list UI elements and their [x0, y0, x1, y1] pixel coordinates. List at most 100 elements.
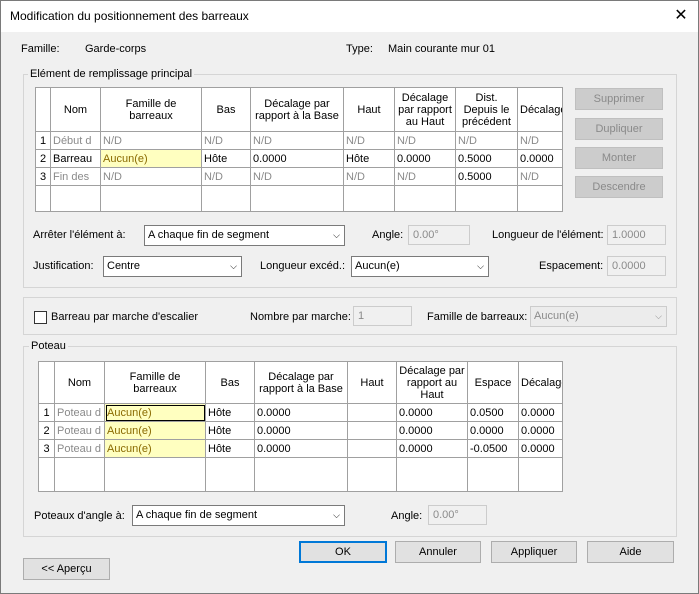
table-cell[interactable]: N/D: [517, 131, 563, 150]
move-up-button[interactable]: Monter: [575, 147, 663, 169]
table-cell[interactable]: Fin des: [50, 167, 101, 186]
column-header: Haut: [343, 87, 395, 132]
table-row[interactable]: 3 Poteau d Aucun(e) Hôte 0.0000 0.0000 -…: [38, 439, 563, 458]
posts-title: Poteau: [29, 340, 68, 352]
move-down-button[interactable]: Descendre: [575, 176, 663, 198]
table-row-empty: [35, 185, 563, 212]
justification-select[interactable]: Centre ⌵: [103, 256, 242, 277]
duplicate-button[interactable]: Dupliquer: [575, 118, 663, 140]
table-cell[interactable]: 0.0500: [467, 403, 519, 422]
table-cell[interactable]: Poteau d: [54, 403, 105, 422]
table-cell[interactable]: Hôte: [343, 149, 395, 168]
chevron-down-icon: ⌵: [333, 510, 340, 520]
table-cell[interactable]: Hôte: [205, 403, 255, 422]
table-cell[interactable]: N/D: [455, 131, 518, 150]
ok-button[interactable]: OK: [299, 541, 387, 563]
table-cell[interactable]: N/D: [394, 131, 456, 150]
table-cell[interactable]: Début d: [50, 131, 101, 150]
element-length-input[interactable]: 1.0000: [607, 225, 666, 245]
table-cell[interactable]: N/D: [343, 167, 395, 186]
spacing-input[interactable]: 0.0000: [607, 256, 666, 276]
column-header: Espace: [467, 361, 519, 404]
table-row[interactable]: 2 Barreau Aucun(e) Hôte 0.0000 Hôte 0.00…: [35, 149, 563, 168]
help-button[interactable]: Aide: [587, 541, 674, 563]
excess-length-select[interactable]: Aucun(e) ⌵: [351, 256, 489, 277]
table-cell[interactable]: Hôte: [205, 421, 255, 440]
table-cell[interactable]: 0.0000: [518, 439, 563, 458]
table-row[interactable]: 2 Poteau d Aucun(e) Hôte 0.0000 0.0000 0…: [38, 421, 563, 440]
table-cell[interactable]: 0.0000: [254, 439, 348, 458]
column-header: Décalage par rapport à la Base: [254, 361, 348, 404]
table-row[interactable]: 1 Début d N/D N/D N/D N/D N/D N/D N/D: [35, 131, 563, 150]
table-cell[interactable]: 0.0000: [396, 439, 468, 458]
table-cell[interactable]: [347, 403, 397, 422]
table-cell[interactable]: Poteau d: [54, 421, 105, 440]
preview-button[interactable]: << Aperçu: [23, 558, 110, 580]
column-header: Décalage: [518, 361, 563, 404]
chevron-down-icon: ⌵: [477, 261, 484, 271]
table-cell[interactable]: 0.5000: [455, 167, 518, 186]
table-cell[interactable]: 0.0000: [254, 403, 348, 422]
cancel-button[interactable]: Annuler: [395, 541, 481, 563]
table-cell[interactable]: 0.0000: [250, 149, 344, 168]
stop-element-select[interactable]: A chaque fin de segment ⌵: [144, 225, 345, 246]
baluster-per-tread-checkbox[interactable]: [34, 311, 47, 324]
corner-posts-value: A chaque fin de segment: [136, 509, 258, 521]
table-cell[interactable]: 0.0000: [467, 421, 519, 440]
table-cell[interactable]: N/D: [250, 131, 344, 150]
table-cell[interactable]: N/D: [201, 167, 251, 186]
table-cell[interactable]: N/D: [517, 167, 563, 186]
table-cell[interactable]: Poteau d: [54, 439, 105, 458]
row-number: 2: [38, 421, 55, 440]
column-header: Famille de barreaux: [104, 361, 206, 404]
chevron-down-icon: ⌵: [333, 230, 340, 240]
table-cell[interactable]: Aucun(e): [104, 439, 206, 458]
table-row[interactable]: 1 Poteau d Aucun(e) Hôte 0.0000 0.0000 0…: [38, 403, 563, 422]
close-icon[interactable]: ✕: [672, 7, 690, 25]
table-cell[interactable]: -0.0500: [467, 439, 519, 458]
table-row[interactable]: 3 Fin des N/D N/D N/D N/D N/D 0.5000 N/D: [35, 167, 563, 186]
table-cell[interactable]: Aucun(e): [104, 403, 206, 422]
table-cell[interactable]: 0.0000: [396, 403, 468, 422]
table-cell[interactable]: Aucun(e): [104, 421, 206, 440]
table-cell[interactable]: Aucun(e): [100, 149, 202, 168]
stair-baluster-family-value: Aucun(e): [534, 310, 579, 322]
column-header: Nom: [50, 87, 101, 132]
delete-button[interactable]: Supprimer: [575, 88, 663, 110]
table-cell[interactable]: N/D: [394, 167, 456, 186]
table-cell[interactable]: 0.0000: [518, 421, 563, 440]
apply-button[interactable]: Appliquer: [491, 541, 577, 563]
table-cell[interactable]: N/D: [201, 131, 251, 150]
table-cell[interactable]: Barreau: [50, 149, 101, 168]
table-cell[interactable]: 0.0000: [394, 149, 456, 168]
table-cell[interactable]: N/D: [100, 131, 202, 150]
posts-angle-input[interactable]: 0.00°: [428, 505, 487, 525]
stair-baluster-family-select[interactable]: Aucun(e) ⌵: [530, 306, 667, 327]
table-cell[interactable]: Hôte: [205, 439, 255, 458]
table-cell[interactable]: Hôte: [201, 149, 251, 168]
angle-input[interactable]: 0.00°: [408, 225, 470, 245]
per-tread-count-input[interactable]: 1: [353, 306, 412, 326]
table-cell[interactable]: 0.0000: [517, 149, 563, 168]
family-label: Famille:: [21, 43, 60, 55]
table-cell[interactable]: [347, 421, 397, 440]
column-header: Décalage par rapport à la Base: [250, 87, 344, 132]
angle-label: Angle:: [372, 229, 404, 241]
row-number: 1: [38, 403, 55, 422]
type-label: Type:: [346, 43, 373, 55]
table-cell[interactable]: 0.0000: [518, 403, 563, 422]
window-title: Modification du positionnement des barre…: [10, 9, 249, 23]
table-cell[interactable]: 0.5000: [455, 149, 518, 168]
justification-value: Centre: [107, 260, 141, 272]
table-cell[interactable]: 0.0000: [254, 421, 348, 440]
table-cell[interactable]: N/D: [100, 167, 202, 186]
dialog-window: Modification du positionnement des barre…: [0, 0, 699, 594]
justification-label: Justification:: [33, 260, 94, 272]
corner-posts-select[interactable]: A chaque fin de segment ⌵: [132, 505, 345, 526]
table-cell[interactable]: N/D: [343, 131, 395, 150]
title-bar: Modification du positionnement des barre…: [1, 1, 698, 32]
table-cell[interactable]: 0.0000: [396, 421, 468, 440]
table-cell[interactable]: [347, 439, 397, 458]
table-cell[interactable]: N/D: [250, 167, 344, 186]
stop-element-value: A chaque fin de segment: [148, 229, 270, 241]
